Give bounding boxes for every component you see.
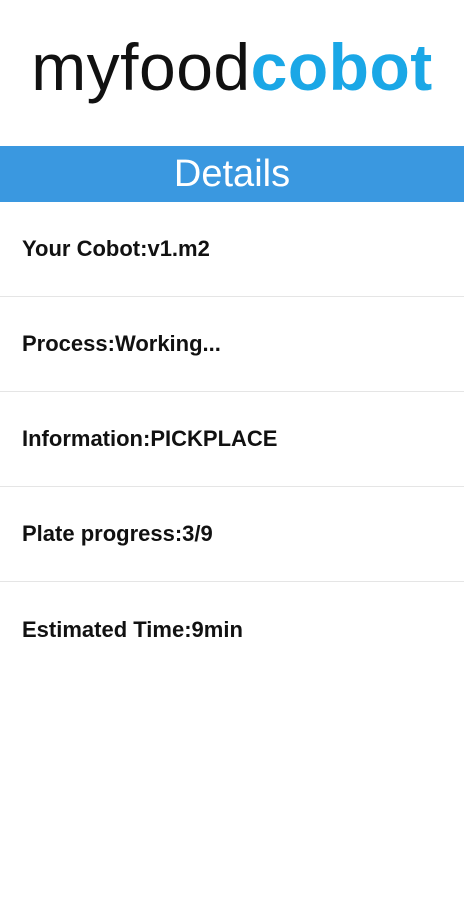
- detail-label: Plate progress:: [22, 521, 183, 546]
- detail-value: v1.m2: [147, 236, 210, 261]
- detail-label: Estimated Time:: [22, 616, 192, 642]
- app-screen: myfoodcobot Details Your Cobot: v1.m2 Pr…: [0, 0, 464, 900]
- detail-row-estimated-time: Estimated Time: 9min: [0, 582, 464, 677]
- detail-row-process: Process: Working...: [0, 297, 464, 392]
- logo-text-primary: myfood: [31, 30, 251, 104]
- page-title: Details: [173, 153, 291, 195]
- detail-row-plate-progress: Plate progress: 3/9: [0, 487, 464, 582]
- logo-bar: myfoodcobot: [0, 0, 464, 146]
- detail-value: 9min: [191, 616, 243, 642]
- detail-row-cobot: Your Cobot: v1.m2: [0, 202, 464, 297]
- detail-label: Process:: [22, 331, 115, 356]
- detail-value: Working...: [114, 331, 221, 356]
- detail-label: Information:: [22, 426, 151, 451]
- detail-value: 3/9: [182, 521, 213, 546]
- detail-row-information: Information: PICKPLACE: [0, 392, 464, 487]
- brand-logo: myfoodcobot: [31, 34, 433, 100]
- detail-value: PICKPLACE: [150, 426, 278, 451]
- page-header: Details: [0, 146, 464, 202]
- detail-label: Your Cobot:: [22, 236, 148, 261]
- details-list: Your Cobot: v1.m2 Process: Working... In…: [0, 202, 464, 677]
- logo-text-accent: cobot: [250, 30, 433, 104]
